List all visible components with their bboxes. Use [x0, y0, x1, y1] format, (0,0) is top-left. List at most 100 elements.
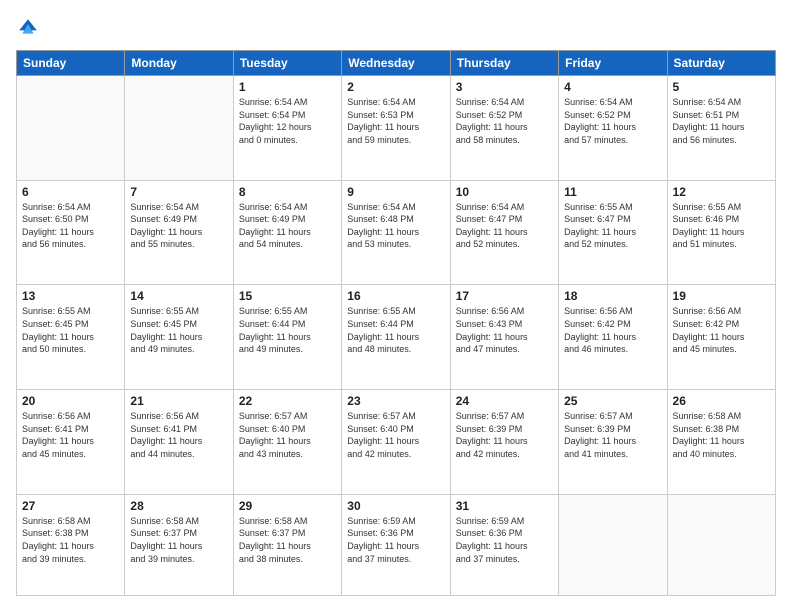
day-cell: 25 Sunrise: 6:57 AM Sunset: 6:39 PM Dayli… [559, 390, 667, 495]
day-info: Sunrise: 6:54 AM Sunset: 6:48 PM Dayligh… [347, 201, 444, 251]
day-info: Sunrise: 6:54 AM Sunset: 6:49 PM Dayligh… [239, 201, 336, 251]
day-info: Sunrise: 6:55 AM Sunset: 6:46 PM Dayligh… [673, 201, 770, 251]
day-number: 17 [456, 289, 553, 303]
day-info: Sunrise: 6:54 AM Sunset: 6:50 PM Dayligh… [22, 201, 119, 251]
day-number: 12 [673, 185, 770, 199]
day-cell: 1Sunrise: 6:54 AM Sunset: 6:54 PM Daylig… [233, 76, 341, 181]
day-info: Sunrise: 6:58 AM Sunset: 6:37 PM Dayligh… [239, 515, 336, 565]
week-row-4: 20 Sunrise: 6:56 AM Sunset: 6:41 PM Dayli… [17, 390, 776, 495]
day-cell: 9 Sunrise: 6:54 AM Sunset: 6:48 PM Daylig… [342, 180, 450, 285]
day-number: 31 [456, 499, 553, 513]
day-number: 16 [347, 289, 444, 303]
day-cell: 29Sunrise: 6:58 AM Sunset: 6:37 PM Dayli… [233, 494, 341, 595]
day-cell: 27 Sunrise: 6:58 AM Sunset: 6:38 PM Dayli… [17, 494, 125, 595]
day-number: 24 [456, 394, 553, 408]
calendar: SundayMondayTuesdayWednesdayThursdayFrid… [16, 50, 776, 596]
col-header-sunday: Sunday [17, 51, 125, 76]
day-cell: 16 Sunrise: 6:55 AM Sunset: 6:44 PM Dayli… [342, 285, 450, 390]
day-number: 23 [347, 394, 444, 408]
day-cell: 31 Sunrise: 6:59 AM Sunset: 6:36 PM Dayli… [450, 494, 558, 595]
day-number: 27 [22, 499, 119, 513]
day-cell: 14Sunrise: 6:55 AM Sunset: 6:45 PM Dayli… [125, 285, 233, 390]
day-number: 14 [130, 289, 227, 303]
day-cell: 10 Sunrise: 6:54 AM Sunset: 6:47 PM Dayli… [450, 180, 558, 285]
day-info: Sunrise: 6:54 AM Sunset: 6:52 PM Dayligh… [564, 96, 661, 146]
day-cell: 6 Sunrise: 6:54 AM Sunset: 6:50 PM Daylig… [17, 180, 125, 285]
week-row-5: 27 Sunrise: 6:58 AM Sunset: 6:38 PM Dayli… [17, 494, 776, 595]
day-info: Sunrise: 6:54 AM Sunset: 6:51 PM Dayligh… [673, 96, 770, 146]
day-info: Sunrise: 6:59 AM Sunset: 6:36 PM Dayligh… [347, 515, 444, 565]
day-number: 22 [239, 394, 336, 408]
day-number: 25 [564, 394, 661, 408]
day-info: Sunrise: 6:56 AM Sunset: 6:42 PM Dayligh… [564, 305, 661, 355]
col-header-saturday: Saturday [667, 51, 775, 76]
header-row: SundayMondayTuesdayWednesdayThursdayFrid… [17, 51, 776, 76]
day-info: Sunrise: 6:58 AM Sunset: 6:38 PM Dayligh… [22, 515, 119, 565]
day-cell: 23 Sunrise: 6:57 AM Sunset: 6:40 PM Dayli… [342, 390, 450, 495]
day-info: Sunrise: 6:56 AM Sunset: 6:41 PM Dayligh… [130, 410, 227, 460]
day-cell: 17 Sunrise: 6:56 AM Sunset: 6:43 PM Dayli… [450, 285, 558, 390]
day-cell [17, 76, 125, 181]
day-info: Sunrise: 6:57 AM Sunset: 6:40 PM Dayligh… [239, 410, 336, 460]
day-number: 2 [347, 80, 444, 94]
day-number: 7 [130, 185, 227, 199]
col-header-tuesday: Tuesday [233, 51, 341, 76]
day-number: 26 [673, 394, 770, 408]
col-header-monday: Monday [125, 51, 233, 76]
day-cell: 3 Sunrise: 6:54 AM Sunset: 6:52 PM Daylig… [450, 76, 558, 181]
day-info: Sunrise: 6:55 AM Sunset: 6:47 PM Dayligh… [564, 201, 661, 251]
day-cell [667, 494, 775, 595]
day-info: Sunrise: 6:58 AM Sunset: 6:38 PM Dayligh… [673, 410, 770, 460]
week-row-1: 1Sunrise: 6:54 AM Sunset: 6:54 PM Daylig… [17, 76, 776, 181]
day-cell: 24 Sunrise: 6:57 AM Sunset: 6:39 PM Dayli… [450, 390, 558, 495]
day-info: Sunrise: 6:56 AM Sunset: 6:41 PM Dayligh… [22, 410, 119, 460]
day-number: 28 [130, 499, 227, 513]
day-number: 6 [22, 185, 119, 199]
day-number: 18 [564, 289, 661, 303]
day-number: 30 [347, 499, 444, 513]
week-row-2: 6 Sunrise: 6:54 AM Sunset: 6:50 PM Daylig… [17, 180, 776, 285]
logo [16, 16, 44, 40]
day-cell [125, 76, 233, 181]
day-cell: 18 Sunrise: 6:56 AM Sunset: 6:42 PM Dayli… [559, 285, 667, 390]
day-cell: 22 Sunrise: 6:57 AM Sunset: 6:40 PM Dayli… [233, 390, 341, 495]
day-number: 20 [22, 394, 119, 408]
day-cell [559, 494, 667, 595]
day-info: Sunrise: 6:59 AM Sunset: 6:36 PM Dayligh… [456, 515, 553, 565]
day-info: Sunrise: 6:55 AM Sunset: 6:44 PM Dayligh… [239, 305, 336, 355]
page: SundayMondayTuesdayWednesdayThursdayFrid… [0, 0, 792, 612]
day-info: Sunrise: 6:56 AM Sunset: 6:43 PM Dayligh… [456, 305, 553, 355]
day-number: 4 [564, 80, 661, 94]
day-cell: 13Sunrise: 6:55 AM Sunset: 6:45 PM Dayli… [17, 285, 125, 390]
day-info: Sunrise: 6:57 AM Sunset: 6:39 PM Dayligh… [564, 410, 661, 460]
day-info: Sunrise: 6:56 AM Sunset: 6:42 PM Dayligh… [673, 305, 770, 355]
day-cell: 5 Sunrise: 6:54 AM Sunset: 6:51 PM Daylig… [667, 76, 775, 181]
day-info: Sunrise: 6:57 AM Sunset: 6:39 PM Dayligh… [456, 410, 553, 460]
day-cell: 7Sunrise: 6:54 AM Sunset: 6:49 PM Daylig… [125, 180, 233, 285]
day-number: 10 [456, 185, 553, 199]
day-info: Sunrise: 6:58 AM Sunset: 6:37 PM Dayligh… [130, 515, 227, 565]
logo-icon [16, 16, 40, 40]
col-header-friday: Friday [559, 51, 667, 76]
day-cell: 19 Sunrise: 6:56 AM Sunset: 6:42 PM Dayli… [667, 285, 775, 390]
day-cell: 4 Sunrise: 6:54 AM Sunset: 6:52 PM Daylig… [559, 76, 667, 181]
day-number: 3 [456, 80, 553, 94]
day-number: 13 [22, 289, 119, 303]
day-number: 8 [239, 185, 336, 199]
day-number: 19 [673, 289, 770, 303]
col-header-wednesday: Wednesday [342, 51, 450, 76]
day-info: Sunrise: 6:54 AM Sunset: 6:47 PM Dayligh… [456, 201, 553, 251]
day-info: Sunrise: 6:57 AM Sunset: 6:40 PM Dayligh… [347, 410, 444, 460]
day-info: Sunrise: 6:54 AM Sunset: 6:53 PM Dayligh… [347, 96, 444, 146]
day-cell: 30 Sunrise: 6:59 AM Sunset: 6:36 PM Dayli… [342, 494, 450, 595]
day-info: Sunrise: 6:55 AM Sunset: 6:44 PM Dayligh… [347, 305, 444, 355]
day-number: 9 [347, 185, 444, 199]
day-cell: 11 Sunrise: 6:55 AM Sunset: 6:47 PM Dayli… [559, 180, 667, 285]
day-number: 21 [130, 394, 227, 408]
day-number: 11 [564, 185, 661, 199]
day-number: 5 [673, 80, 770, 94]
header [16, 16, 776, 40]
day-info: Sunrise: 6:54 AM Sunset: 6:52 PM Dayligh… [456, 96, 553, 146]
day-number: 15 [239, 289, 336, 303]
day-number: 1 [239, 80, 336, 94]
